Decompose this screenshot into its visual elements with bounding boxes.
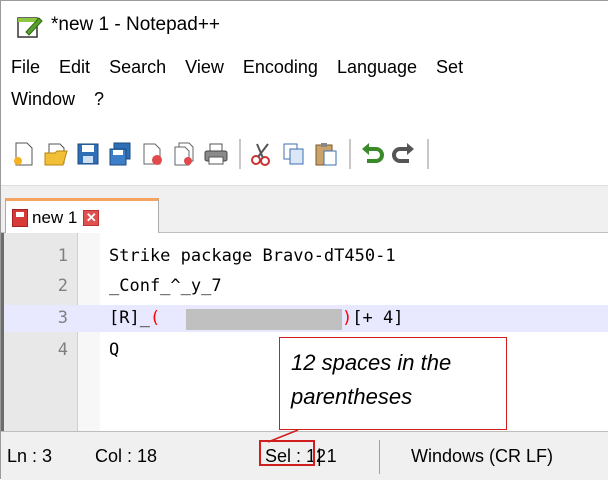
annotation-line-1: 12 spaces in the bbox=[291, 350, 452, 375]
annotation-line-2: parentheses bbox=[291, 384, 413, 409]
annotation-callout: 12 spaces in the parentheses bbox=[279, 337, 507, 430]
selection-highlight-box bbox=[259, 440, 315, 466]
